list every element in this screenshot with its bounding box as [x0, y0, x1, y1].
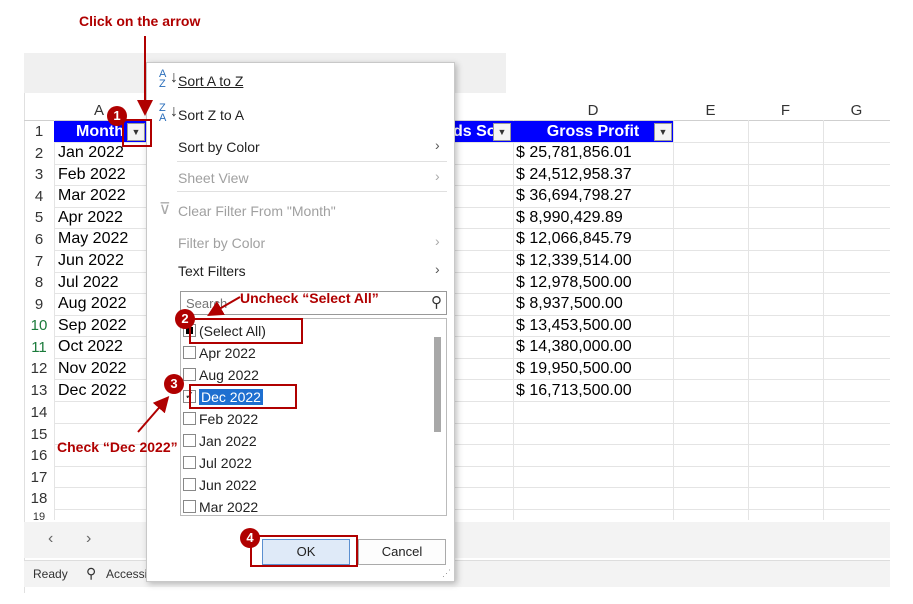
- highlight-dropdown-arrow: [122, 119, 152, 147]
- arrow-to-select-all: [207, 296, 241, 316]
- step-badge-2: 2: [175, 309, 195, 329]
- highlight-select-all: [189, 318, 303, 344]
- annotation-arrows: [137, 36, 241, 433]
- highlight-ok-button: [250, 535, 358, 567]
- step-badge-1: 1: [107, 106, 127, 126]
- highlight-dec-2022: [189, 384, 297, 409]
- arrow-to-dec-2022: [137, 395, 170, 433]
- step-badge-3: 3: [164, 374, 184, 394]
- step-badge-4: 4: [240, 528, 260, 548]
